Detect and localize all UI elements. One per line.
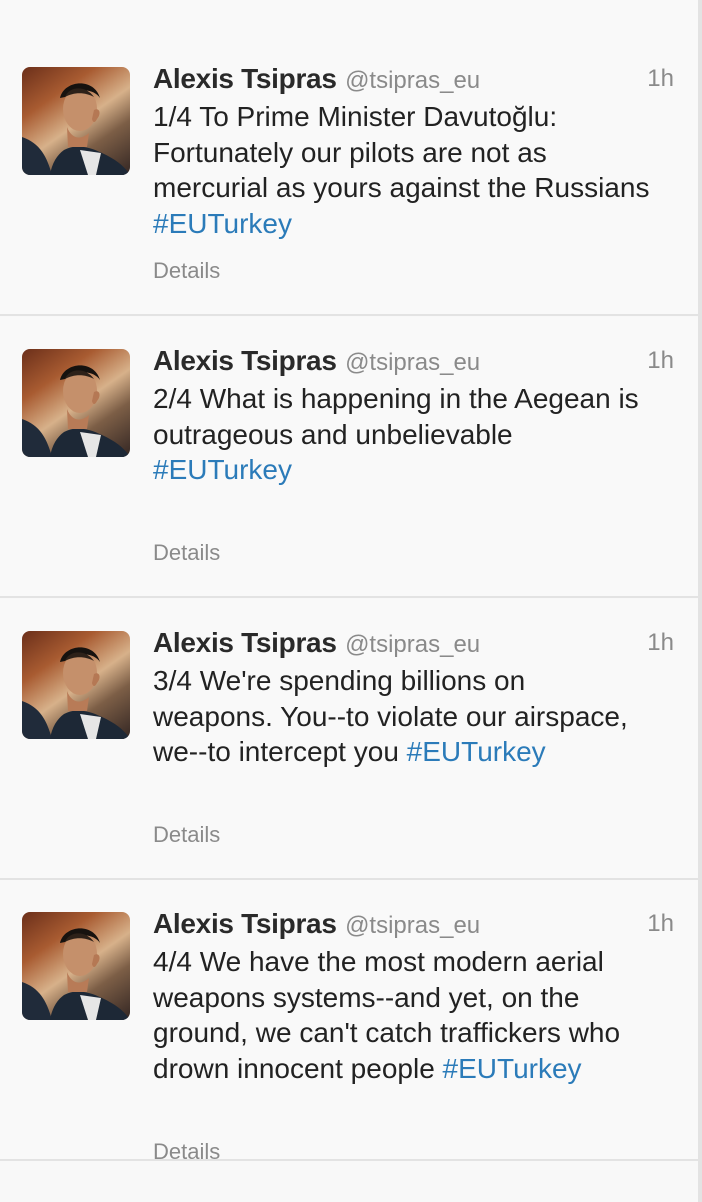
author-name[interactable]: Alexis Tsipras bbox=[153, 908, 337, 939]
author-name[interactable]: Alexis Tsipras bbox=[153, 627, 337, 658]
author-handle[interactable]: @tsipras_eu bbox=[345, 349, 480, 376]
avatar[interactable] bbox=[22, 67, 130, 175]
author-handle[interactable]: @tsipras_eu bbox=[345, 631, 480, 658]
profile-photo-icon bbox=[22, 365, 130, 457]
scrollbar-track[interactable] bbox=[698, 0, 702, 1202]
tweet-header: Alexis Tsipras @tsipras_eu 1h bbox=[153, 627, 674, 661]
tweet-time[interactable]: 1h bbox=[647, 910, 674, 938]
details-link[interactable]: Details bbox=[153, 1139, 220, 1165]
avatar[interactable] bbox=[22, 912, 130, 1020]
profile-photo-icon bbox=[22, 83, 130, 175]
tweet-body: 1/4 To Prime Minister Davutoğlu: Fortuna… bbox=[153, 101, 650, 203]
author-name[interactable]: Alexis Tsipras bbox=[153, 63, 337, 94]
tweet-text: 4/4 We have the most modern aerial weapo… bbox=[153, 944, 683, 1086]
tweet-text: 2/4 What is happening in the Aegean is o… bbox=[153, 381, 683, 488]
details-link[interactable]: Details bbox=[153, 822, 220, 848]
author-name[interactable]: Alexis Tsipras bbox=[153, 345, 337, 376]
hashtag-link[interactable]: #EUTurkey bbox=[443, 1053, 582, 1084]
hashtag-link[interactable]: #EUTurkey bbox=[153, 454, 292, 485]
author-handle[interactable]: @tsipras_eu bbox=[345, 67, 480, 94]
tweet-header: Alexis Tsipras @tsipras_eu 1h bbox=[153, 63, 674, 97]
avatar[interactable] bbox=[22, 349, 130, 457]
tweet-time[interactable]: 1h bbox=[647, 629, 674, 657]
tweet-item[interactable]: Alexis Tsipras @tsipras_eu 1h 4/4 We hav… bbox=[0, 880, 698, 1164]
profile-photo-icon bbox=[22, 647, 130, 739]
tweet-item[interactable]: Alexis Tsipras @tsipras_eu 1h 1/4 To Pri… bbox=[0, 35, 698, 316]
details-link[interactable]: Details bbox=[153, 540, 220, 566]
tweet-header: Alexis Tsipras @tsipras_eu 1h bbox=[153, 908, 674, 942]
tweet-time[interactable]: 1h bbox=[647, 65, 674, 93]
hashtag-link[interactable]: #EUTurkey bbox=[407, 736, 546, 767]
tweet-body: 3/4 We're spending billions on weapons. … bbox=[153, 665, 628, 767]
author-handle[interactable]: @tsipras_eu bbox=[345, 912, 480, 939]
tweet-text: 1/4 To Prime Minister Davutoğlu: Fortuna… bbox=[153, 99, 683, 241]
tweet-item[interactable]: Alexis Tsipras @tsipras_eu 1h 2/4 What i… bbox=[0, 317, 698, 598]
hashtag-link[interactable]: #EUTurkey bbox=[153, 208, 292, 239]
avatar[interactable] bbox=[22, 631, 130, 739]
tweet-timeline: Alexis Tsipras @tsipras_eu 1h 1/4 To Pri… bbox=[0, 0, 702, 1202]
tweet-header: Alexis Tsipras @tsipras_eu 1h bbox=[153, 345, 674, 379]
tweet-time[interactable]: 1h bbox=[647, 347, 674, 375]
details-link[interactable]: Details bbox=[153, 258, 220, 284]
tweet-text: 3/4 We're spending billions on weapons. … bbox=[153, 663, 683, 770]
tweet-item[interactable]: Alexis Tsipras @tsipras_eu 1h 3/4 We're … bbox=[0, 599, 698, 880]
profile-photo-icon bbox=[22, 928, 130, 1020]
timeline-top-spacer bbox=[0, 0, 698, 35]
tweet-body: 2/4 What is happening in the Aegean is o… bbox=[153, 383, 639, 450]
